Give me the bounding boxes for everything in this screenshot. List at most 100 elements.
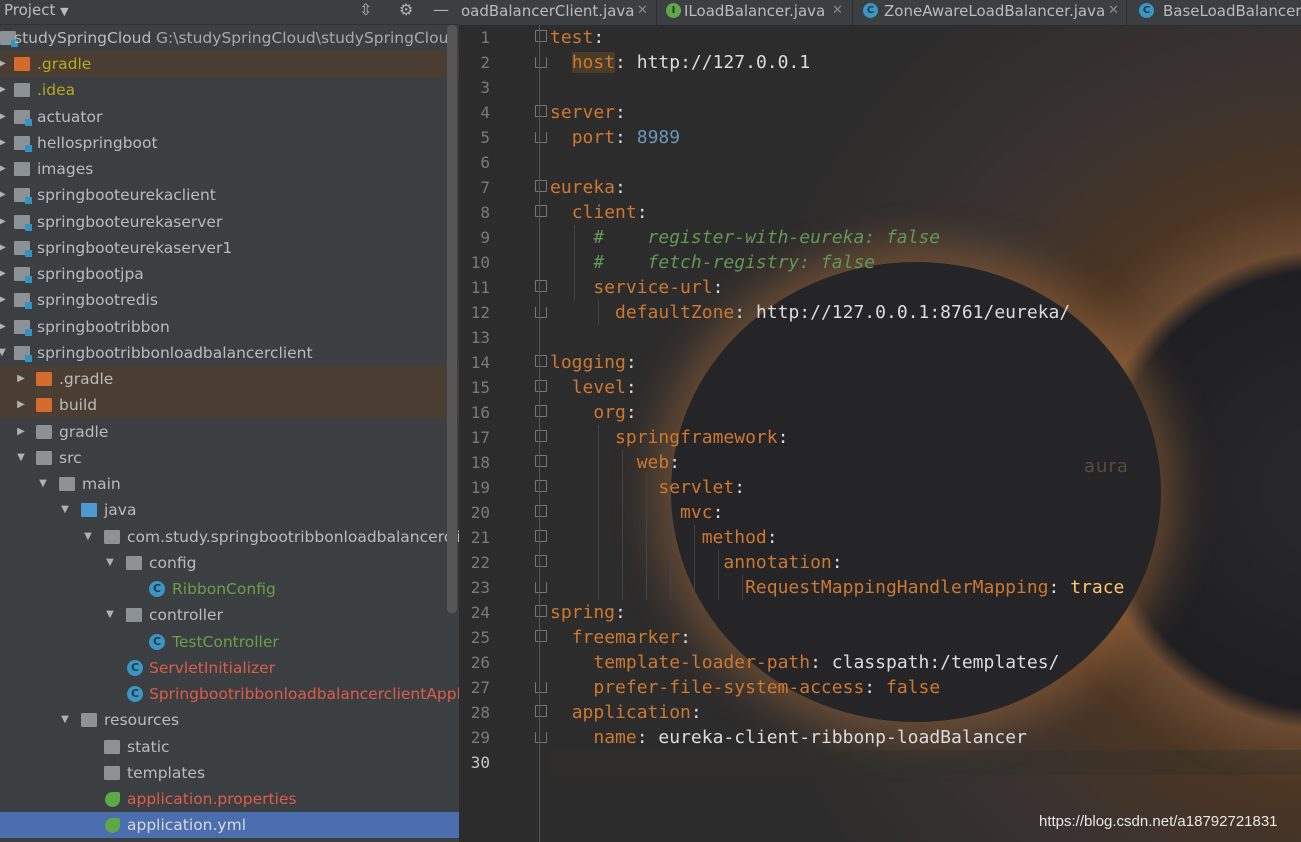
tree-item[interactable]: ▶ springbooteurekaserver: [0, 209, 459, 235]
tree-item[interactable]: ▶ springbooteurekaserver1: [0, 235, 459, 261]
fold-end-icon[interactable]: [535, 57, 547, 68]
tree-item[interactable]: application.properties: [0, 786, 459, 812]
tree-item[interactable]: ▼ resources: [0, 707, 459, 733]
tree-root[interactable]: studySpringCloud G:\studySpringCloud\stu…: [0, 25, 459, 51]
tree-item[interactable]: ▶ springbootredis: [0, 287, 459, 313]
fold-marker-icon[interactable]: [535, 30, 547, 42]
chevron-down-icon[interactable]: ▼: [37, 471, 49, 497]
chevron-down-icon[interactable]: ▼: [104, 550, 116, 576]
tree-item[interactable]: ▼ main: [0, 471, 459, 497]
fold-marker-icon[interactable]: [535, 280, 547, 292]
tree-item[interactable]: ▶ gradle: [0, 419, 459, 445]
fold-marker-icon[interactable]: [535, 455, 547, 467]
tree-item[interactable]: templates: [0, 760, 459, 786]
chevron-right-icon[interactable]: ▶: [0, 287, 8, 313]
tree-item[interactable]: ▶ .gradle: [0, 51, 459, 77]
tree-item[interactable]: ▶ springbootribbon: [0, 314, 459, 340]
tree-item-selected[interactable]: application.yml: [0, 812, 459, 838]
chevron-right-icon[interactable]: ▶: [15, 392, 27, 418]
fold-end-icon[interactable]: [535, 732, 547, 743]
close-icon[interactable]: ✕: [1108, 0, 1119, 22]
project-scrollbar[interactable]: [447, 25, 457, 613]
chevron-right-icon[interactable]: ▶: [0, 77, 8, 103]
fold-end-icon[interactable]: [535, 307, 547, 318]
tree-item-label: .gradle: [59, 370, 114, 388]
code-line: annotation:: [723, 552, 843, 573]
class-icon: C: [149, 581, 165, 597]
fold-marker-icon[interactable]: [535, 105, 547, 117]
fold-marker-icon[interactable]: [535, 605, 547, 617]
chevron-right-icon[interactable]: ▶: [0, 104, 8, 130]
fold-marker-icon[interactable]: [535, 530, 547, 542]
tree-item[interactable]: ▼ springbootribbonloadbalancerclient: [0, 340, 459, 366]
tree-item[interactable]: ▶ .gradle: [0, 366, 459, 392]
tree-item[interactable]: ▼ com.study.springbootribbonloadbalancer…: [0, 524, 459, 550]
chevron-right-icon[interactable]: ▶: [0, 235, 8, 261]
tree-item[interactable]: ▶ .idea: [0, 77, 459, 103]
fold-end-icon[interactable]: [535, 682, 547, 693]
tree-item[interactable]: ▶ hellospringboot: [0, 130, 459, 156]
chevron-right-icon[interactable]: ▶: [0, 314, 8, 340]
tree-item[interactable]: C RibbonConfig: [0, 576, 459, 602]
tree-item[interactable]: C TestController: [0, 629, 459, 655]
module-folder-icon: [14, 136, 32, 152]
tree-item[interactable]: static: [0, 734, 459, 760]
tab-loadbalancerclient[interactable]: oadBalancerClient.java ✕: [461, 0, 648, 25]
chevron-down-icon[interactable]: ▼: [15, 445, 27, 471]
fold-marker-icon[interactable]: [535, 430, 547, 442]
tree-item[interactable]: ▶ build: [0, 392, 459, 418]
tree-item[interactable]: C ServletInitializer: [0, 655, 459, 681]
tree-item[interactable]: ▶ springbootjpa: [0, 261, 459, 287]
chevron-down-icon[interactable]: ▼: [104, 602, 116, 628]
close-icon[interactable]: ✕: [832, 0, 843, 22]
tree-item[interactable]: C SpringbootribbonloadbalancerclientAppl…: [0, 681, 459, 707]
code-line: mvc:: [680, 502, 724, 523]
chevron-down-icon[interactable]: ▼: [0, 340, 8, 366]
code-line: spring:: [550, 602, 626, 623]
chevron-down-icon[interactable]: ▼: [59, 497, 71, 523]
class-icon: C: [863, 3, 878, 18]
project-view-selector[interactable]: Project ▼: [4, 1, 69, 19]
chevron-right-icon[interactable]: ▶: [0, 182, 8, 208]
chevron-right-icon[interactable]: ▶: [0, 156, 8, 182]
fold-marker-icon[interactable]: [535, 630, 547, 642]
code-line: template-loader-path: classpath:/templat…: [593, 652, 1060, 673]
tree-item[interactable]: ▼ controller: [0, 602, 459, 628]
gear-icon[interactable]: ⚙: [399, 0, 413, 19]
chevron-right-icon[interactable]: ▶: [0, 130, 8, 156]
chevron-down-icon[interactable]: ▼: [59, 707, 71, 733]
chevron-right-icon[interactable]: ▶: [0, 209, 8, 235]
chevron-right-icon[interactable]: ▶: [15, 366, 27, 392]
fold-marker-icon[interactable]: [535, 205, 547, 217]
fold-marker-icon[interactable]: [535, 705, 547, 717]
fold-marker-icon[interactable]: [535, 355, 547, 367]
tree-item[interactable]: ▼ src: [0, 445, 459, 471]
root-path: G:\studySpringCloud\studySpringCloud: [156, 29, 459, 47]
fold-marker-icon[interactable]: [535, 480, 547, 492]
fold-marker-icon[interactable]: [535, 180, 547, 192]
tree-item[interactable]: ▶ springbooteurekaclient: [0, 182, 459, 208]
line-number: 21: [470, 528, 490, 547]
tree-item-label: main: [82, 475, 121, 493]
tree-item-label: actuator: [37, 108, 103, 126]
tree-item[interactable]: ▼ config: [0, 550, 459, 576]
editor-area[interactable]: aura oadBalancerClient.java ✕ I ILoadBal…: [459, 0, 1301, 842]
chevron-right-icon[interactable]: ▶: [15, 419, 27, 445]
line-number: 3: [480, 78, 490, 97]
fold-marker-icon[interactable]: [535, 405, 547, 417]
fold-marker-icon[interactable]: [535, 380, 547, 392]
fold-marker-icon[interactable]: [535, 555, 547, 567]
fold-end-icon[interactable]: [535, 582, 547, 593]
chevron-down-icon[interactable]: ▼: [82, 524, 94, 550]
fold-end-icon[interactable]: [535, 132, 547, 143]
chevron-right-icon[interactable]: ▶: [0, 51, 8, 77]
minimize-icon[interactable]: —: [433, 0, 449, 19]
folder-icon: [14, 57, 30, 71]
close-icon[interactable]: ✕: [637, 0, 648, 22]
chevron-right-icon[interactable]: ▶: [0, 261, 8, 287]
collapse-all-icon[interactable]: ⇳: [359, 0, 372, 19]
tree-item[interactable]: ▶ actuator: [0, 104, 459, 130]
fold-marker-icon[interactable]: [535, 505, 547, 517]
tree-item[interactable]: ▶ images: [0, 156, 459, 182]
tree-item[interactable]: ▼ java: [0, 497, 459, 523]
